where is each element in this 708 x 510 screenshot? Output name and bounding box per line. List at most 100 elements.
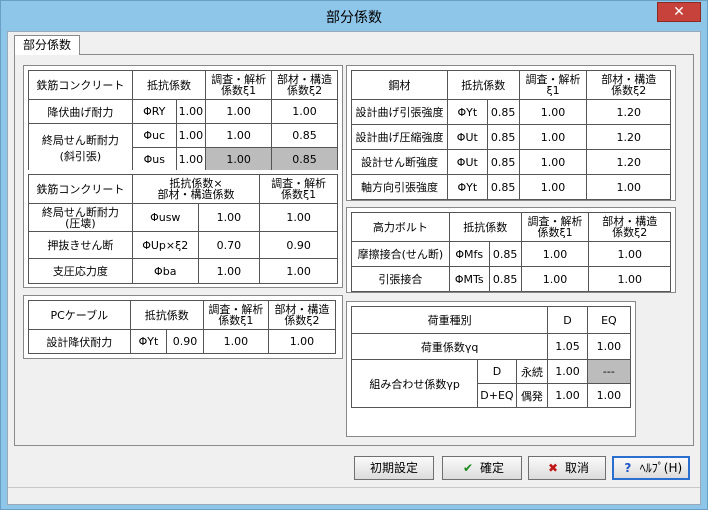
rc-header-resist: 抵抗係数 — [131, 70, 207, 100]
rc2-table-panel: 鉄筋コンクリート 抵抗係数× 部材・構造係数 調査・解析 係数ξ1 終局せん断耐… — [23, 170, 343, 288]
steel-header-resist: 抵抗係数 — [446, 70, 520, 100]
steel-value-input[interactable]: 1.00 — [518, 99, 588, 125]
load-case-type: 偶発 — [515, 383, 549, 408]
steel-row-label: 設計曲げ圧縮強度 — [351, 124, 448, 150]
steel-value-input[interactable]: 1.00 — [518, 124, 588, 150]
bolt-value-input[interactable]: 0.85 — [488, 241, 522, 267]
steel-row-label: 設計せん断強度 — [351, 149, 448, 175]
load-value-input[interactable]: 1.00 — [586, 333, 632, 360]
bolt-symbol: ΦMTs — [448, 266, 490, 292]
cancel-button[interactable]: ✖ 取消 — [528, 456, 606, 480]
load-value-input[interactable]: 1.00 — [547, 383, 588, 408]
steel-header-xi1: 調査・解析 ξ1 — [518, 70, 588, 100]
rc-value-disabled: 0.85 — [271, 147, 338, 172]
bolt-header-resist: 抵抗係数 — [448, 212, 522, 242]
checkmark-icon: ✔ — [462, 461, 474, 475]
tab-panel: 鉄筋コンクリート 抵抗係数 調査・解析 係数ξ1 部材・構造 係数ξ2 降伏曲げ… — [14, 54, 694, 446]
steel-value-input[interactable]: 1.20 — [586, 124, 671, 150]
bolt-value-input[interactable]: 1.00 — [520, 241, 590, 267]
rc-value-input[interactable]: 1.00 — [175, 147, 207, 172]
bolt-value-input[interactable]: 1.00 — [588, 266, 671, 292]
rc-header-label: 鉄筋コンクリート — [28, 70, 133, 100]
rc2-table: 鉄筋コンクリート 抵抗係数× 部材・構造係数 調査・解析 係数ξ1 終局せん断耐… — [28, 174, 338, 284]
bolt-symbol: ΦMfs — [448, 241, 490, 267]
load-case: D — [477, 359, 517, 384]
steel-value-input[interactable]: 1.00 — [518, 174, 588, 200]
steel-value-input[interactable]: 0.85 — [486, 149, 520, 175]
steel-table: 鋼材 抵抗係数 調査・解析 ξ1 部材・構造 係数ξ2 設計曲げ引張強度 ΦYt… — [351, 70, 671, 200]
rc-value-input[interactable]: 1.00 — [175, 123, 207, 148]
rc2-symbol: Φba — [131, 258, 199, 284]
rc-symbol: Φuc — [131, 123, 177, 148]
rc2-value-input[interactable]: 1.00 — [259, 258, 338, 284]
bolt-value-input[interactable]: 0.85 — [488, 266, 522, 292]
steel-value-input[interactable]: 0.85 — [486, 124, 520, 150]
rc2-symbol: Φusw — [131, 203, 199, 232]
load-value-input[interactable]: 1.00 — [586, 383, 632, 408]
rc-header-xi2: 部材・構造 係数ξ2 — [271, 70, 338, 100]
bolt-table-panel: 高力ボルト 抵抗係数 調査・解析 係数ξ1 部材・構造 係数ξ2 摩擦接合(せん… — [346, 207, 676, 293]
load-case: D+EQ — [477, 383, 517, 408]
pc-header-label: PCケーブル — [28, 300, 131, 330]
rc2-value-input[interactable]: 0.70 — [197, 231, 261, 259]
rc-value-input[interactable]: 1.00 — [205, 99, 273, 124]
rc2-row-label: 支圧応力度 — [28, 258, 133, 284]
load-header-label: 荷重種別 — [350, 306, 549, 334]
rc-header-xi1: 調査・解析 係数ξ1 — [205, 70, 273, 100]
steel-value-input[interactable]: 0.85 — [486, 174, 520, 200]
bolt-header-xi2: 部材・構造 係数ξ2 — [588, 212, 671, 242]
load-value-input[interactable]: 1.00 — [547, 359, 588, 384]
tab-partial-coefficients[interactable]: 部分係数 — [14, 35, 81, 55]
pc-row-label: 設計降伏耐力 — [28, 329, 131, 354]
load-table-panel: 荷重種別 D EQ 荷重係数γq 1.05 1.00 組み合わせ係数γp D 永… — [346, 301, 636, 437]
steel-row-label: 設計曲げ引張強度 — [351, 99, 448, 125]
pc-value-input[interactable]: 1.00 — [202, 329, 269, 354]
pc-value-input[interactable]: 0.90 — [166, 329, 204, 354]
steel-value-input[interactable]: 1.20 — [586, 99, 671, 125]
rc-value-input[interactable]: 0.85 — [271, 123, 338, 148]
rc2-value-input[interactable]: 1.00 — [197, 203, 261, 232]
steel-value-input[interactable]: 1.20 — [586, 149, 671, 175]
rc2-row-label: 押抜きせん断 — [28, 231, 133, 259]
load-value-input[interactable]: 1.05 — [547, 333, 588, 360]
bolt-row-label: 引張接合 — [351, 266, 450, 292]
cross-icon: ✖ — [547, 461, 559, 475]
close-button[interactable]: ✕ — [657, 2, 701, 22]
ok-button[interactable]: ✔ 確定 — [442, 456, 522, 480]
steel-value-input[interactable]: 0.85 — [486, 99, 520, 125]
bolt-value-input[interactable]: 1.00 — [588, 241, 671, 267]
steel-symbol: ΦYt — [446, 99, 488, 125]
rc-symbol: ΦRY — [131, 99, 177, 124]
load-table: 荷重種別 D EQ 荷重係数γq 1.05 1.00 組み合わせ係数γp D 永… — [350, 306, 632, 408]
help-icon: ? — [624, 461, 632, 475]
reset-button[interactable]: 初期設定 — [354, 456, 434, 480]
steel-value-input[interactable]: 1.00 — [518, 149, 588, 175]
window-title: 部分係数 — [326, 10, 382, 26]
load-value-disabled: --- — [586, 359, 632, 384]
rc2-value-input[interactable]: 0.90 — [259, 231, 338, 259]
help-button-label: ﾍﾙﾌﾟ(H) — [639, 461, 683, 475]
load-combination-label: 組み合わせ係数γp — [350, 359, 479, 408]
steel-row-label: 軸方向引張強度 — [351, 174, 448, 200]
pc-value-input[interactable]: 1.00 — [267, 329, 337, 354]
help-button[interactable]: ? ﾍﾙﾌﾟ(H) — [612, 456, 690, 480]
bolt-table: 高力ボルト 抵抗係数 調査・解析 係数ξ1 部材・構造 係数ξ2 摩擦接合(せん… — [351, 212, 671, 292]
pc-header-xi2: 部材・構造 係数ξ2 — [267, 300, 337, 330]
bolt-value-input[interactable]: 1.00 — [520, 266, 590, 292]
rc-table: 鉄筋コンクリート 抵抗係数 調査・解析 係数ξ1 部材・構造 係数ξ2 降伏曲げ… — [28, 70, 338, 172]
steel-value-input[interactable]: 1.00 — [586, 174, 671, 200]
steel-symbol: ΦYt — [446, 174, 488, 200]
bolt-header-xi1: 調査・解析 係数ξ1 — [520, 212, 590, 242]
pc-header-resist: 抵抗係数 — [129, 300, 204, 330]
cancel-button-label: 取消 — [564, 461, 589, 475]
rc-value-input[interactable]: 1.00 — [175, 99, 207, 124]
rc-value-input[interactable]: 1.00 — [271, 99, 338, 124]
rc-value-disabled: 1.00 — [205, 147, 273, 172]
title-bar[interactable]: 部分係数 ✕ — [1, 1, 707, 31]
rc-value-input[interactable]: 1.00 — [205, 123, 273, 148]
rc2-value-input[interactable]: 1.00 — [259, 203, 338, 232]
pc-table-panel: PCケーブル 抵抗係数 調査・解析 係数ξ1 部材・構造 係数ξ2 設計降伏耐力… — [23, 295, 343, 359]
rc-row-label: 降伏曲げ耐力 — [28, 99, 133, 124]
pc-header-xi1: 調査・解析 係数ξ1 — [202, 300, 269, 330]
rc2-value-input[interactable]: 1.00 — [197, 258, 261, 284]
